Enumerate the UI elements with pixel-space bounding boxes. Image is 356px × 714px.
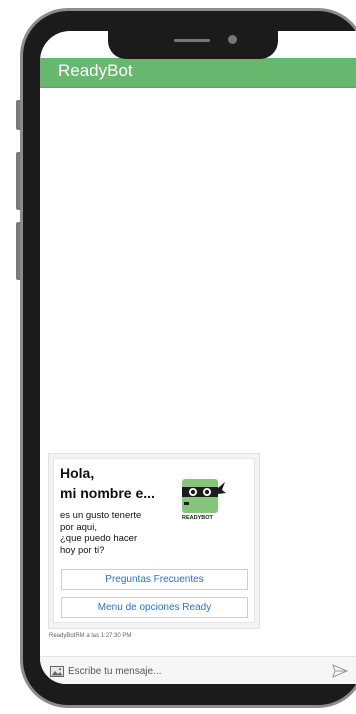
- message-body-line: hoy por ti?: [60, 544, 105, 556]
- bot-message-bubble: Hola, mi nombre e... es un gusto tenerte…: [53, 458, 255, 623]
- greeting-line-1: Hola,: [60, 465, 95, 481]
- message-input[interactable]: [68, 663, 318, 680]
- ninja-robot-icon: READYBOT: [182, 479, 226, 521]
- message-body-line: es un gusto tenerte: [60, 510, 142, 521]
- app-title: ReadyBot: [58, 61, 133, 80]
- faq-button[interactable]: Preguntas Frecuentes: [61, 569, 248, 590]
- chat-screen: ReadyBot Hola, mi nombre e... es un gust…: [40, 31, 356, 684]
- send-icon[interactable]: [332, 664, 348, 678]
- message-body: es un gusto tenerte por aqui, ¿que puedo…: [60, 510, 170, 556]
- camera-icon: [228, 35, 237, 44]
- greeting-line-2: mi nombre e...: [60, 485, 155, 501]
- logo-text: READYBOT: [182, 515, 214, 521]
- chat-header: ReadyBot: [40, 58, 356, 87]
- phone-notch: [108, 31, 278, 59]
- bot-message-card: Hola, mi nombre e... es un gusto tenerte…: [48, 453, 260, 629]
- message-composer: [40, 656, 356, 684]
- message-timestamp: ReadyBotRM a las 1:27:30 PM: [49, 633, 132, 639]
- image-icon[interactable]: [50, 666, 64, 677]
- header-divider: [40, 87, 356, 88]
- message-body-line: ¿que puedo hacer: [60, 533, 138, 544]
- message-body-line: por aqui,: [60, 521, 97, 533]
- speaker-grille: [174, 39, 210, 42]
- ready-options-menu-button[interactable]: Menu de opciones Ready: [61, 597, 248, 618]
